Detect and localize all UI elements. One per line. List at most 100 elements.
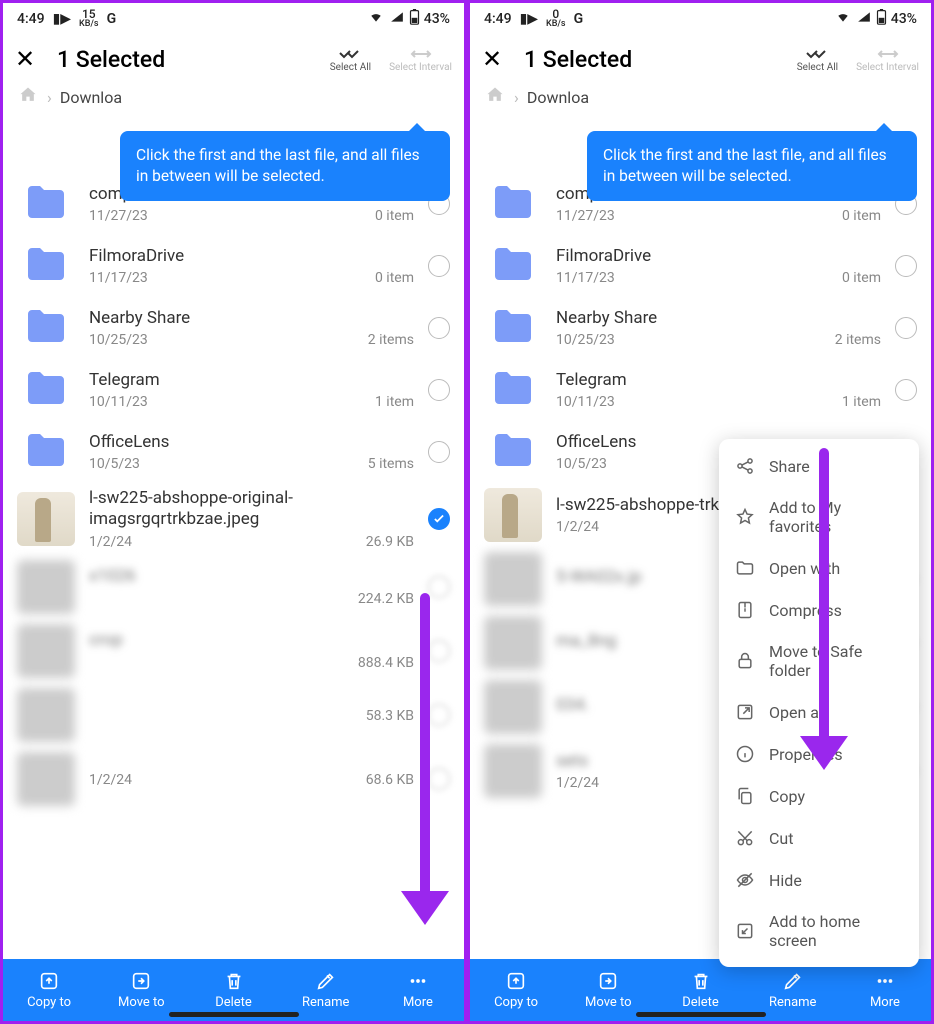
menu-item-label: Open with [769,559,840,578]
file-date: 1/2/24 [556,519,599,535]
file-date: 10/5/23 [556,456,607,472]
file-meta: 1 item [842,394,881,410]
file-date: 11/17/23 [89,270,148,286]
select-circle[interactable] [895,379,917,401]
file-meta: 5 items [368,456,414,472]
file-row[interactable]: l-sw225-abshoppe-original-imagsrgqrtrkbz… [3,483,464,555]
file-thumbnail [484,552,542,606]
file-name: l-sw225-abshoppe-original-imagsrgqrtrkbz… [89,488,414,531]
more-button[interactable]: More [839,959,931,1021]
menu-item-label: Copy [769,787,805,806]
menu-item-info[interactable]: Properties [719,733,919,775]
select-circle[interactable] [895,317,917,339]
select-interval-tooltip: Click the first and the last file, and a… [120,131,450,201]
select-circle[interactable] [428,576,450,598]
folder-icon [17,364,75,416]
status-bar: 4:49 ▮▶ 0KB/s G 43% [470,3,931,35]
breadcrumb-folder[interactable]: Downloa [527,88,589,107]
select-all-button[interactable]: Select All [797,46,838,73]
file-name: OfficeLens [89,432,414,453]
file-thumbnail [17,492,75,546]
file-thumbnail [484,680,542,734]
file-row[interactable]: x1026 224.2 KB [3,555,464,619]
file-row[interactable]: Telegram 10/11/231 item [470,359,931,421]
file-date: 11/27/23 [89,208,148,224]
close-button[interactable]: ✕ [482,45,514,73]
menu-item-home[interactable]: Add to home screen [719,901,919,961]
select-circle[interactable] [428,255,450,277]
selection-count: 1 Selected [57,46,330,73]
file-meta: 0 item [842,270,881,286]
menu-item-label: Compress [769,601,842,620]
wifi-icon [834,10,852,28]
file-row[interactable]: Telegram 10/11/231 item [3,359,464,421]
breadcrumb[interactable]: › Downloa [470,79,931,115]
folder-icon [17,178,75,230]
select-circle[interactable] [428,379,450,401]
select-circle[interactable] [428,508,450,530]
folder-icon [484,302,542,354]
file-date: 10/11/23 [556,394,615,410]
more-button[interactable]: More [372,959,464,1021]
select-all-button[interactable]: Select All [330,46,371,73]
file-name: FilmoraDrive [89,246,414,267]
google-icon: G [574,11,584,27]
file-meta: 2 items [835,332,881,348]
file-row[interactable]: Nearby Share 10/25/232 items [3,297,464,359]
file-row[interactable]: crop 888.4 KB [3,619,464,683]
battery-icon [409,9,420,29]
file-meta: 68.6 KB [366,772,414,788]
select-circle[interactable] [428,640,450,662]
copy-to-button[interactable]: Copy to [470,959,562,1021]
file-thumbnail [484,616,542,670]
select-circle[interactable] [428,704,450,726]
select-interval-button[interactable]: Select Interval [856,46,919,73]
home-icon[interactable] [484,85,506,109]
close-button[interactable]: ✕ [15,45,47,73]
breadcrumb-folder[interactable]: Downloa [60,88,122,107]
menu-item-folder[interactable]: Open with [719,547,919,589]
file-row[interactable]: FilmoraDrive 11/17/230 item [470,235,931,297]
signal-icon [389,10,405,28]
menu-item-cut[interactable]: Cut [719,817,919,859]
menu-item-hide[interactable]: Hide [719,859,919,901]
file-meta: 58.3 KB [366,708,414,724]
file-row[interactable]: Nearby Share 10/25/232 items [470,297,931,359]
file-row[interactable]: 1/2/24 68.6 KB [3,747,464,811]
breadcrumb-sep: › [514,88,519,107]
file-thumbnail [17,688,75,742]
file-thumbnail [17,560,75,614]
home-icon[interactable] [17,85,39,109]
file-row[interactable]: 58.3 KB [3,683,464,747]
file-row[interactable]: FilmoraDrive 11/17/230 item [3,235,464,297]
select-circle[interactable] [428,768,450,790]
status-net-speed: 15KB/s [79,9,99,29]
file-date: 10/5/23 [89,456,140,472]
file-date: 11/17/23 [556,270,615,286]
menu-item-label: Cut [769,829,793,848]
file-meta: 26.9 KB [366,534,414,550]
file-list[interactable]: composeCache 11/27/230 item FilmoraDrive… [3,173,464,959]
menu-item-label: Move to Safe folder [769,642,903,680]
menu-item-lock[interactable]: Move to Safe folder [719,631,919,691]
file-date: 1/2/24 [89,772,132,788]
file-name: crop [89,630,414,651]
more-context-menu: ShareAdd to My favorites Open with Compres… [719,439,919,967]
file-meta: 224.2 KB [358,591,414,607]
copy-to-button[interactable]: Copy to [3,959,95,1021]
select-interval-button[interactable]: Select Interval [389,46,452,73]
menu-item-star[interactable]: Add to My favorites [719,487,919,547]
file-meta: 0 item [375,208,414,224]
menu-item-external[interactable]: Open as [719,691,919,733]
menu-item-share[interactable]: Share [719,445,919,487]
file-date: 1/2/24 [556,775,599,791]
file-row[interactable]: OfficeLens 10/5/23 5 items [3,421,464,483]
breadcrumb[interactable]: › Downloa [3,79,464,115]
wifi-icon [367,10,385,28]
menu-item-copy[interactable]: Copy [719,775,919,817]
select-circle[interactable] [428,317,450,339]
select-circle[interactable] [895,255,917,277]
select-circle[interactable] [428,441,450,463]
menu-item-zip[interactable]: Compress [719,589,919,631]
file-date: 10/11/23 [89,394,148,410]
